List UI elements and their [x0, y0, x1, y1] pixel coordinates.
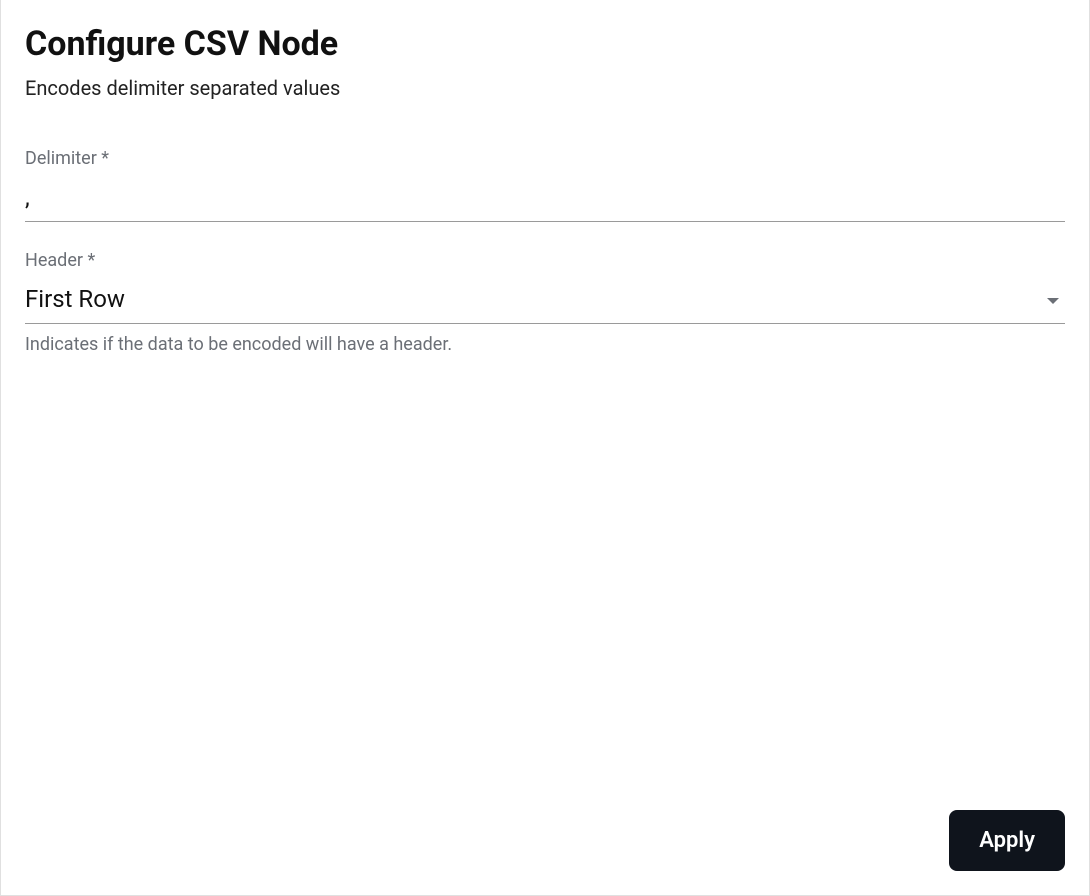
chevron-down-icon	[1047, 298, 1059, 304]
header-field: Header * First Row Indicates if the data…	[25, 250, 1065, 355]
delimiter-input[interactable]	[25, 177, 1065, 222]
apply-button[interactable]: Apply	[949, 810, 1065, 871]
header-helper-text: Indicates if the data to be encoded will…	[25, 334, 1065, 355]
delimiter-label: Delimiter *	[25, 148, 1065, 169]
header-label: Header *	[25, 250, 1065, 271]
delimiter-field: Delimiter *	[25, 148, 1065, 222]
configure-panel: Configure CSV Node Encodes delimiter sep…	[0, 0, 1090, 896]
page-subtitle: Encodes delimiter separated values	[25, 76, 1065, 100]
header-select[interactable]: First Row	[25, 279, 1065, 324]
page-title: Configure CSV Node	[25, 24, 1065, 64]
header-select-value: First Row	[25, 279, 1047, 323]
